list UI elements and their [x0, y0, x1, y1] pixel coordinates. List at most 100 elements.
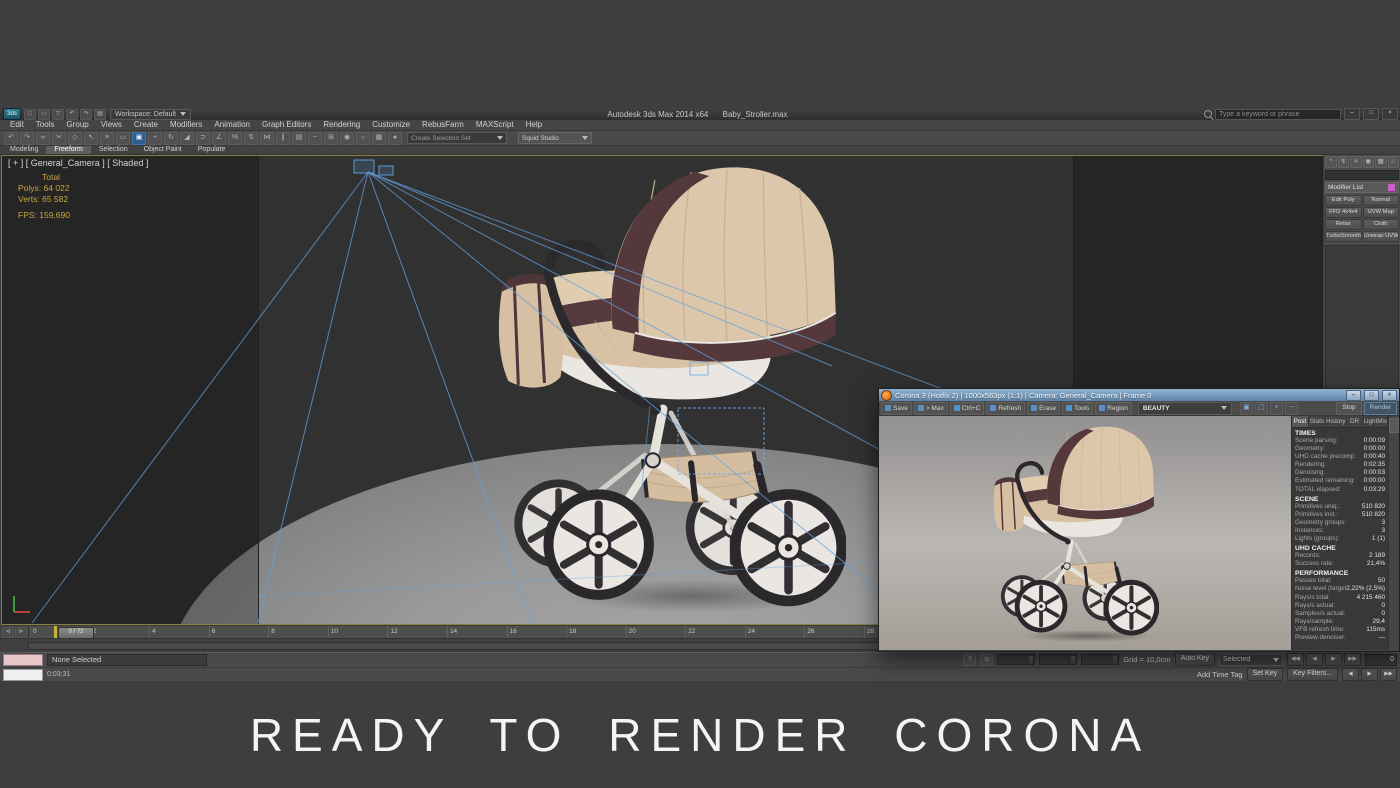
search-input[interactable] — [1215, 109, 1341, 120]
display-tab-icon[interactable]: ▦ — [1375, 156, 1387, 168]
viewport-label[interactable]: [ + ] [ General_Camera ] [ Shaded ] — [8, 158, 148, 168]
zoom-fit-icon[interactable]: ▣ — [1240, 402, 1253, 415]
maximize-button[interactable]: □ — [1363, 108, 1379, 120]
close-button[interactable]: × — [1382, 390, 1397, 401]
crossing-selection-icon[interactable]: ▣ — [132, 132, 146, 145]
corona-titlebar[interactable]: Corona 3 (Hotfix 2) | 1000x563px (1:1) |… — [879, 389, 1399, 401]
spinner-snap-icon[interactable]: ⇅ — [244, 132, 258, 145]
menu-item[interactable]: MAXScript — [470, 120, 520, 130]
ribbon-tab[interactable]: Selection — [91, 146, 136, 154]
go-to-start-icon[interactable]: ◀◀ — [1287, 653, 1304, 666]
select-link-icon[interactable]: ∞ — [36, 132, 50, 145]
selection-lock-icon[interactable]: ⊙ — [980, 654, 993, 666]
modifier-button[interactable]: Edit Poly — [1325, 195, 1362, 206]
layer-manager-icon[interactable]: ▤ — [292, 132, 306, 145]
menu-item[interactable]: Graph Editors — [256, 120, 317, 130]
corona-panel-tab[interactable]: Stats — [1309, 416, 1326, 427]
key-mode-dropdown[interactable]: Selected — [1219, 654, 1283, 666]
select-move-icon[interactable]: + — [148, 132, 162, 145]
corona-toolbar-button[interactable]: Tools — [1062, 402, 1093, 415]
render-pass-dropdown[interactable]: BEAUTY — [1138, 402, 1232, 415]
time-config-icon[interactable]: ⊳ — [15, 627, 27, 638]
corona-panel-tab[interactable]: DR — [1347, 416, 1364, 427]
menu-item[interactable]: Modifiers — [164, 120, 208, 130]
motion-tab-icon[interactable]: ◉ — [1363, 156, 1375, 168]
ribbon-tab[interactable]: Freeform — [46, 146, 90, 154]
menu-item[interactable]: RebusFarm — [416, 120, 470, 130]
modify-tab-icon[interactable]: ↯ — [1338, 156, 1350, 168]
current-frame-field[interactable]: 0 — [1365, 654, 1397, 666]
unlink-icon[interactable]: ✂ — [52, 132, 66, 145]
studio-toolbar-dropdown[interactable]: Squid Studio — [518, 132, 592, 144]
zoom-in-icon[interactable]: + — [1270, 402, 1283, 415]
next-frame-icon[interactable]: ▶▶ — [1344, 653, 1361, 666]
minimize-button[interactable]: – — [1346, 390, 1361, 401]
save-file-icon[interactable]: ▽ — [52, 109, 64, 120]
redo-icon[interactable]: ↷ — [80, 109, 92, 120]
menu-item[interactable]: Group — [60, 120, 94, 130]
coordinate-y-field[interactable] — [1039, 654, 1077, 665]
render-setup-icon[interactable]: ☼ — [356, 132, 370, 145]
corona-toolbar-button[interactable]: Refresh — [986, 402, 1025, 415]
mirror-icon[interactable]: ⋈ — [260, 132, 274, 145]
menu-item[interactable]: Rendering — [317, 120, 366, 130]
create-tab-icon[interactable]: * — [1325, 156, 1337, 168]
menu-item[interactable]: Views — [95, 120, 128, 130]
new-scene-icon[interactable]: □ — [24, 109, 36, 120]
undo-icon[interactable]: ↶ — [4, 132, 18, 145]
previous-key-icon[interactable]: ◀ — [1342, 668, 1359, 681]
menu-item[interactable]: Help — [520, 120, 548, 130]
workspace-dropdown[interactable]: Workspace: Default — [110, 109, 191, 120]
render-button[interactable]: Render — [1364, 402, 1397, 415]
modifier-button[interactable]: TurboSmooth — [1325, 231, 1362, 242]
zoom-100-icon[interactable]: ▢ — [1255, 402, 1268, 415]
named-selection-set-dropdown[interactable]: Create Selection Set — [407, 132, 507, 144]
utilities-tab-icon[interactable]: ⌂ — [1388, 156, 1400, 168]
pin-stack-icon[interactable] — [1387, 183, 1396, 192]
coordinate-z-field[interactable] — [1081, 654, 1119, 665]
corona-toolbar-button[interactable]: > Max — [914, 402, 948, 415]
coordinate-x-field[interactable] — [997, 654, 1035, 665]
percent-snap-icon[interactable]: % — [228, 132, 242, 145]
snap-toggle-icon[interactable]: ⊃ — [196, 132, 210, 145]
modifier-button[interactable]: Cloth — [1363, 219, 1400, 230]
minimize-button[interactable]: – — [1344, 108, 1360, 120]
menu-item[interactable]: Create — [128, 120, 164, 130]
key-filters-button[interactable]: Key Filters... — [1287, 668, 1338, 681]
bind-spacewarp-icon[interactable]: ◇ — [68, 132, 82, 145]
corona-toolbar-button[interactable]: Region — [1095, 402, 1132, 415]
go-to-end-icon[interactable]: ▶▶ — [1380, 668, 1397, 681]
time-slider-handle[interactable]: 0 / 72 — [58, 627, 94, 639]
modifier-list-dropdown[interactable]: Modifier List — [1325, 182, 1399, 193]
align-icon[interactable]: ∥ — [276, 132, 290, 145]
panel-collapse-handle[interactable] — [1389, 418, 1399, 433]
next-key-icon[interactable]: ▶ — [1361, 668, 1378, 681]
select-scale-icon[interactable]: ◢ — [180, 132, 194, 145]
key-mode-toggle-icon[interactable]: ⊲ — [2, 627, 14, 638]
corona-toolbar-button[interactable]: Save — [881, 402, 912, 415]
schematic-view-icon[interactable]: ⊞ — [324, 132, 338, 145]
rect-selection-icon[interactable]: ▭ — [116, 132, 130, 145]
corona-toolbar-button[interactable]: Erase — [1027, 402, 1060, 415]
ribbon-tab[interactable]: Populate — [190, 146, 234, 154]
corona-panel-tab[interactable]: Post — [1292, 416, 1309, 427]
close-button[interactable]: × — [1382, 108, 1398, 120]
corona-panel-tab[interactable]: History — [1326, 416, 1347, 427]
material-editor-icon[interactable]: ◉ — [340, 132, 354, 145]
rendered-frame-icon[interactable]: ▦ — [372, 132, 386, 145]
zoom-out-icon[interactable]: − — [1285, 402, 1298, 415]
open-file-icon[interactable]: ▭ — [38, 109, 50, 120]
modifier-button[interactable]: Unwrap UVW — [1363, 231, 1400, 242]
maxscript-listener-input[interactable] — [3, 669, 43, 681]
corona-panel-tab[interactable]: LightMix — [1364, 416, 1388, 427]
application-menu-button[interactable]: 3ds — [3, 108, 21, 120]
redo-icon[interactable]: ↷ — [20, 132, 34, 145]
project-folder-icon[interactable]: ▤ — [94, 109, 106, 120]
ribbon-tab[interactable]: Object Paint — [136, 146, 190, 154]
object-name-field[interactable] — [1325, 170, 1399, 180]
modifier-button[interactable]: FFD 4x4x4 — [1325, 207, 1362, 218]
render-production-icon[interactable]: ● — [388, 132, 402, 145]
menu-item[interactable]: Customize — [366, 120, 416, 130]
angle-snap-icon[interactable]: ∠ — [212, 132, 226, 145]
set-key-button[interactable]: Set Key — [1247, 668, 1284, 681]
